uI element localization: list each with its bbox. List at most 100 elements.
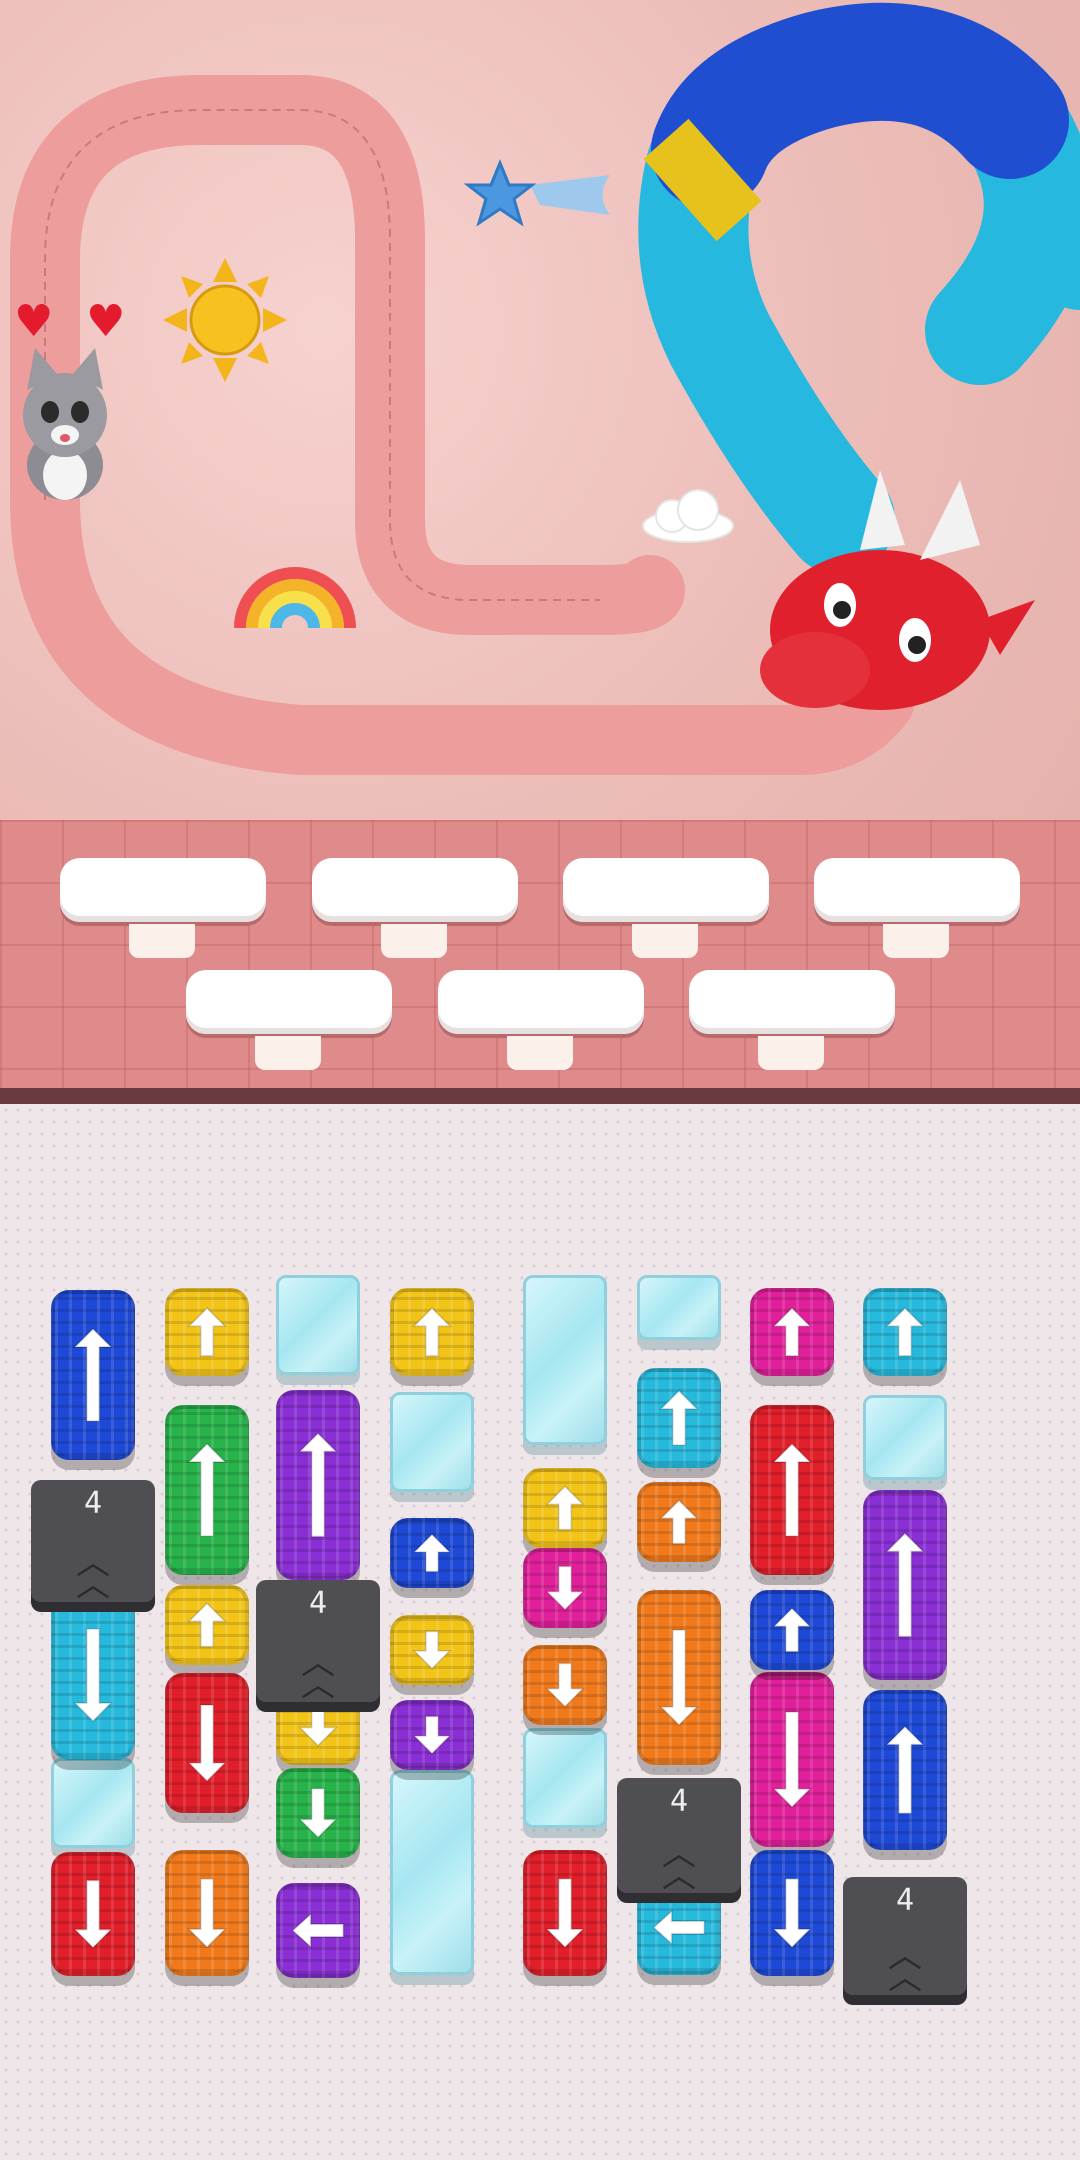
arrow-up-icon <box>186 1442 228 1538</box>
arrow-up-icon <box>186 1306 228 1357</box>
arrow-left-icon <box>291 1912 345 1949</box>
yarn-tile-cyan[interactable] <box>637 1368 721 1468</box>
arrow-down-icon <box>544 1877 586 1949</box>
arrow-up-icon <box>884 1306 926 1357</box>
ice-block <box>863 1395 947 1480</box>
yarn-tile-red[interactable] <box>523 1850 607 1976</box>
arrow-up-icon <box>297 1432 339 1538</box>
yarn-tile-yellow[interactable] <box>523 1468 607 1548</box>
ice-block <box>51 1758 135 1848</box>
yarn-tile-blue[interactable] <box>750 1590 834 1670</box>
arrow-up-icon <box>884 1532 926 1638</box>
yarn-tile-yellow[interactable] <box>165 1288 249 1376</box>
ice-block <box>390 1392 474 1492</box>
slot-peg <box>632 924 698 958</box>
arrow-up-icon <box>658 1389 700 1447</box>
shelf-edge <box>0 1088 1080 1104</box>
yarn-tile-purple[interactable] <box>390 1700 474 1770</box>
yarn-tile-orange[interactable] <box>165 1850 249 1976</box>
heart-icon: ♥ <box>86 296 126 347</box>
yarn-tile-blue[interactable] <box>863 1690 947 1850</box>
counter-gate: 4 ︿ ︿ <box>617 1778 741 1893</box>
arrow-up-icon <box>72 1327 114 1423</box>
arrow-up-icon <box>658 1499 700 1545</box>
yarn-tile-orange[interactable] <box>637 1482 721 1562</box>
yarn-tile-blue[interactable] <box>390 1518 474 1588</box>
arrow-down-icon <box>412 1630 452 1670</box>
chevron-up-icon: ︿ ︿ <box>301 1643 335 1705</box>
slot-peg <box>381 924 447 958</box>
yarn-tile-red[interactable] <box>51 1852 135 1976</box>
shelf-slot[interactable] <box>312 858 518 958</box>
cloud-patch <box>642 489 734 543</box>
arrow-down-icon <box>186 1877 228 1949</box>
arrow-up-icon <box>544 1485 586 1531</box>
scene-art <box>10 2 1080 775</box>
yarn-tile-blue[interactable] <box>51 1290 135 1460</box>
ice-block <box>276 1275 360 1375</box>
yarn-tile-green[interactable] <box>165 1405 249 1575</box>
chevron-up-icon: ︿ ︿ <box>662 1834 696 1896</box>
arrow-up-icon <box>411 1306 453 1357</box>
yarn-tile-purple[interactable] <box>276 1390 360 1580</box>
arrow-down-icon <box>72 1627 114 1723</box>
gate-count: 4 <box>83 1486 103 1521</box>
yarn-tile-red[interactable] <box>750 1405 834 1575</box>
chevron-up-icon: ︿ ︿ <box>76 1543 110 1605</box>
gate-count: 4 <box>308 1586 328 1621</box>
arrow-down-icon <box>72 1879 114 1949</box>
counter-gate: 4 ︿ ︿ <box>843 1877 967 1995</box>
rainbow-patch <box>234 567 356 629</box>
shelf-slot[interactable] <box>60 858 266 958</box>
yarn-tile-yellow[interactable] <box>390 1288 474 1376</box>
arrow-up-icon <box>412 1533 452 1573</box>
yarn-tile-red[interactable] <box>165 1673 249 1813</box>
arrow-down-icon <box>658 1629 700 1727</box>
arrow-down-icon <box>186 1704 228 1783</box>
counter-gate: 4 ︿ ︿ <box>256 1580 380 1702</box>
shelf-slot[interactable] <box>814 858 1020 958</box>
gate-count: 4 <box>669 1784 689 1819</box>
arrow-up-icon <box>771 1607 813 1653</box>
yarn-tile-purple[interactable] <box>276 1883 360 1978</box>
arrow-down-icon <box>771 1711 813 1809</box>
ice-block <box>637 1275 721 1340</box>
slot-peg <box>129 924 195 958</box>
gate-count: 4 <box>895 1883 915 1918</box>
counter-gate: 4 ︿ ︿ <box>31 1480 155 1602</box>
ice-block <box>523 1728 607 1828</box>
shelf-slot[interactable] <box>689 970 895 1070</box>
arrow-up-icon <box>771 1306 813 1357</box>
yarn-tile-cyan[interactable] <box>863 1288 947 1376</box>
scene-area: ♥ ♥ <box>0 0 1080 820</box>
chevron-up-icon: ︿ ︿ <box>888 1936 922 1998</box>
yarn-tile-yellow[interactable] <box>390 1615 474 1685</box>
yarn-tile-orange[interactable] <box>637 1590 721 1765</box>
arrow-left-icon <box>652 1909 706 1946</box>
ice-block <box>390 1770 474 1975</box>
shelf-slot[interactable] <box>438 970 644 1070</box>
yarn-tile-blue[interactable] <box>750 1850 834 1976</box>
arrow-up-icon <box>771 1442 813 1538</box>
yarn-tile-magenta[interactable] <box>750 1672 834 1847</box>
ice-block <box>523 1275 607 1445</box>
yarn-tile-green[interactable] <box>276 1768 360 1858</box>
arrow-down-icon <box>771 1877 813 1949</box>
yarn-tile-purple[interactable] <box>863 1490 947 1680</box>
yarn-tile-orange[interactable] <box>523 1645 607 1725</box>
slot-peg <box>883 924 949 958</box>
slot-peg <box>507 1036 573 1070</box>
shelf-slot[interactable] <box>563 858 769 958</box>
arrow-up-icon <box>186 1602 228 1648</box>
arrow-up-icon <box>884 1725 926 1815</box>
arrow-down-icon <box>544 1662 586 1708</box>
yarn-tile-yellow[interactable] <box>165 1585 249 1665</box>
slot-peg <box>758 1036 824 1070</box>
yarn-tile-cyan[interactable] <box>51 1590 135 1760</box>
yarn-tile-magenta[interactable] <box>750 1288 834 1376</box>
arrow-down-icon <box>412 1715 452 1755</box>
sun-patch <box>163 258 287 382</box>
yarn-tile-magenta[interactable] <box>523 1548 607 1628</box>
arrow-down-icon <box>297 1787 339 1839</box>
shelf-slot[interactable] <box>186 970 392 1070</box>
